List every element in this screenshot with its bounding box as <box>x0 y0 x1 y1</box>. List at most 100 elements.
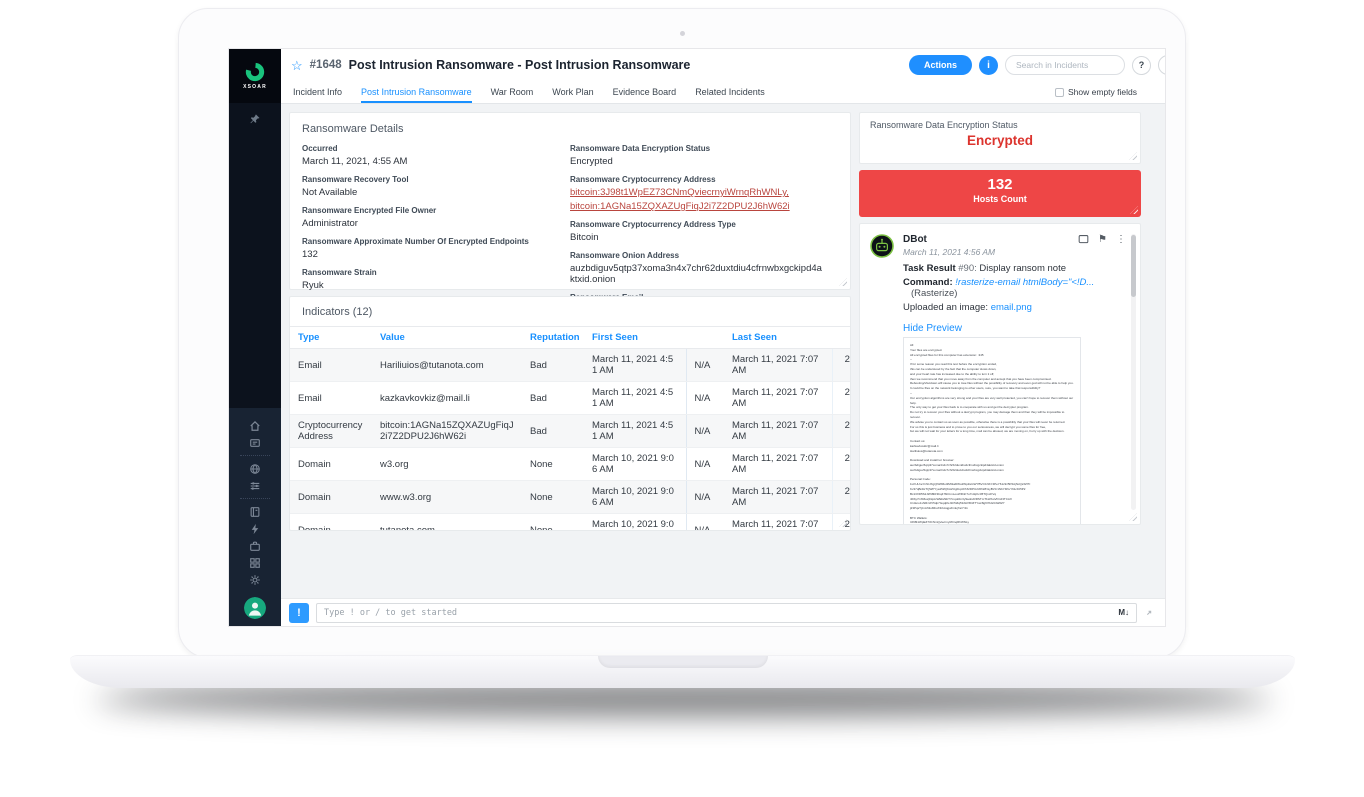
entry-actions: ⚑ ⋮ <box>1078 234 1126 245</box>
resize-handle[interactable] <box>1129 513 1137 521</box>
sidebar-item-jobs[interactable] <box>242 537 268 554</box>
search-input[interactable] <box>1005 55 1125 75</box>
column-header-value[interactable]: Value <box>372 327 522 349</box>
command-input[interactable] <box>324 608 1118 618</box>
tab-evidence-board[interactable]: Evidence Board <box>613 81 677 103</box>
star-icon[interactable]: ☆ <box>291 59 303 72</box>
laptop-base <box>70 655 1295 688</box>
related-incident-link[interactable]: 272@1648 <box>832 481 851 514</box>
webcam-dot <box>680 31 685 36</box>
vertical-scrollbar[interactable] <box>1131 234 1136 510</box>
sidebar-item-playbooks[interactable] <box>242 503 268 520</box>
clipped-button[interactable] <box>1158 55 1165 75</box>
indicator-value-link[interactable]: tutanota.com <box>372 514 522 532</box>
incident-id: #1648 <box>310 59 342 71</box>
indicator-value-link[interactable]: w3.org <box>372 448 522 481</box>
command-trigger-button[interactable]: ! <box>289 603 309 623</box>
reputation-badge: Bad <box>522 415 584 448</box>
info-button[interactable]: i <box>979 56 998 75</box>
field-encrypted-endpoints: Ransomware Approximate Number Of Encrypt… <box>302 237 556 260</box>
column-header-last-seen[interactable]: Last Seen <box>724 327 832 349</box>
tab-war-room[interactable]: War Room <box>491 81 534 103</box>
note-icon[interactable] <box>1078 234 1089 245</box>
actions-button[interactable]: Actions <box>909 55 972 75</box>
tab-work-plan[interactable]: Work Plan <box>552 81 593 103</box>
briefcase-icon <box>249 540 261 552</box>
expand-icon[interactable] <box>1144 608 1154 618</box>
column-header-reputation[interactable]: Reputation <box>522 327 584 349</box>
field-cryptocurrency-address-type: Ransomware Cryptocurrency Address Type B… <box>570 220 824 243</box>
sidebar-item-automation[interactable] <box>242 520 268 537</box>
column-header-related <box>832 327 851 349</box>
column-header-blank <box>686 327 724 349</box>
field-strain: Ransomware Strain Ryuk <box>302 268 556 291</box>
command-input-wrap: M↓ <box>316 603 1137 623</box>
pin-button[interactable] <box>229 103 281 135</box>
indicator-value-link[interactable]: www.w3.org <box>372 481 522 514</box>
table-row[interactable]: Domain w3.org None March 10, 2021 9:06 A… <box>290 448 851 481</box>
show-empty-fields-checkbox[interactable] <box>1055 88 1064 97</box>
related-incident-link[interactable]: 272@1648 <box>832 448 851 481</box>
field-encryption-status: Ransomware Data Encryption Status Encryp… <box>570 144 824 167</box>
xsoar-app: XSOAR <box>229 49 1165 626</box>
tab-incident-info[interactable]: Incident Info <box>293 81 342 103</box>
column-header-type[interactable]: Type <box>290 327 372 349</box>
user-avatar[interactable] <box>244 597 266 619</box>
incidents-icon <box>249 437 261 449</box>
hide-preview-link[interactable]: Hide Preview <box>903 323 1126 334</box>
sidebar-item-indicators[interactable] <box>242 477 268 494</box>
help-button[interactable]: ? <box>1132 56 1151 75</box>
indicator-value-link[interactable]: Hariliuios@tutanota.com <box>372 349 522 382</box>
dbot-entry-card: DBot March 11, 2021 4:56 AM ⚑ ⋮ <box>859 223 1141 525</box>
bitcoin-address-link[interactable]: bitcoin:3J98t1WpEZ73CNmQviecrnyiWrnqRhWN… <box>570 187 824 198</box>
bitcoin-address-link[interactable]: bitcoin:1AGNa15ZQXAZUgFiqJ2i7Z2DPU2J6hW6… <box>570 201 824 212</box>
tab-related-incidents[interactable]: Related Incidents <box>695 81 765 103</box>
dbot-entry-body: Task Result #90: Display ransom note Com… <box>903 263 1126 525</box>
column-header-first-seen[interactable]: First Seen <box>584 327 686 349</box>
sidebar-item-threat-intel[interactable] <box>242 460 268 477</box>
laptop-notch <box>598 656 768 668</box>
sidebar-item-settings[interactable] <box>242 571 268 588</box>
reputation-badge: Bad <box>522 349 584 382</box>
related-incident-link[interactable]: 272@1648 <box>832 349 851 382</box>
tab-post-intrusion-ransomware[interactable]: Post Intrusion Ransomware <box>361 81 472 103</box>
scrollbar-thumb[interactable] <box>1131 235 1136 297</box>
ransomware-details-card: Ransomware Details Occurred March 11, 20… <box>289 112 851 290</box>
sidebar-item-marketplace[interactable] <box>242 554 268 571</box>
resize-handle[interactable] <box>839 278 847 286</box>
sidebar-item-incidents[interactable] <box>242 434 268 451</box>
field-occurred: Occurred March 11, 2021, 4:55 AM <box>302 144 556 167</box>
resize-handle[interactable] <box>1129 152 1137 160</box>
flag-icon[interactable]: ⚑ <box>1098 235 1107 245</box>
dbot-entry-header: DBot March 11, 2021 4:56 AM ⚑ ⋮ <box>870 234 1126 258</box>
lightning-icon <box>249 523 261 535</box>
sidebar-item-home[interactable] <box>242 417 268 434</box>
table-row[interactable]: Domain www.w3.org None March 10, 2021 9:… <box>290 481 851 514</box>
reputation-badge: None <box>522 514 584 532</box>
dbot-avatar <box>870 234 894 258</box>
table-row[interactable]: Cryptocurrency Address bitcoin:1AGNa15ZQ… <box>290 415 851 448</box>
sidebar-divider <box>240 455 270 456</box>
table-row[interactable]: Email Hariliuios@tutanota.com Bad March … <box>290 349 851 382</box>
indicator-value-link[interactable]: kazkavkovkiz@mail.li <box>372 382 522 415</box>
xsoar-logo-icon <box>245 62 265 82</box>
indicator-value-link[interactable]: bitcoin:1AGNa15ZQXAZUgFiqJ2i7Z2DPU2J6hW6… <box>372 415 522 448</box>
related-incident-link[interactable]: 272@1648 <box>832 415 851 448</box>
kebab-menu-icon[interactable]: ⋮ <box>1116 235 1126 245</box>
encryption-status-card: Ransomware Data Encryption Status Encryp… <box>859 112 1141 164</box>
related-incident-link[interactable]: 272@1648 <box>832 382 851 415</box>
encryption-status-label: Ransomware Data Encryption Status <box>870 120 1130 130</box>
command-link[interactable]: !rasterize-email htmlBody="<!D... <box>955 277 1094 288</box>
xsoar-logo: XSOAR <box>229 49 281 103</box>
table-row[interactable]: Email kazkavkovkiz@mail.li Bad March 11,… <box>290 382 851 415</box>
related-incident-link[interactable]: 272@1648 <box>832 514 851 532</box>
resize-handle[interactable] <box>1130 206 1138 214</box>
home-icon <box>249 420 261 432</box>
card-title: Indicators (12) <box>290 306 850 318</box>
table-row[interactable]: Domain tutanota.com None March 10, 2021 … <box>290 514 851 532</box>
reputation-badge: None <box>522 481 584 514</box>
laptop-mockup: XSOAR <box>0 0 1364 797</box>
reputation-badge: None <box>522 448 584 481</box>
uploaded-image-link[interactable]: email.png <box>991 302 1032 313</box>
markdown-icon[interactable]: M↓ <box>1118 608 1129 617</box>
